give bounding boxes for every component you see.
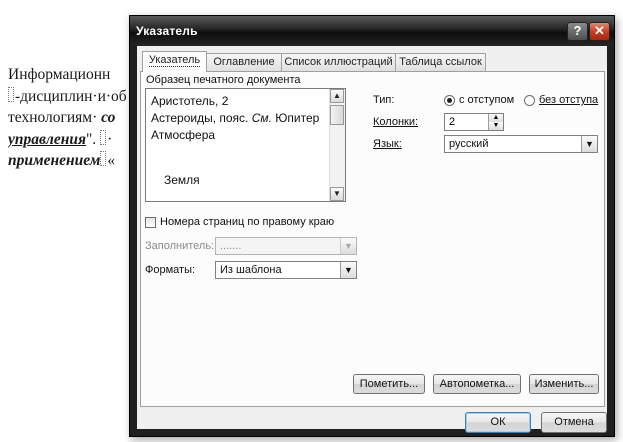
hidden-text-mark-icon xyxy=(100,151,107,166)
chevron-down-icon: ▼ xyxy=(340,238,356,254)
chevron-down-icon: ▼ xyxy=(333,189,341,198)
leader-select[interactable]: ....... ▼ xyxy=(215,237,357,255)
automark-button[interactable]: Автопометка... xyxy=(433,374,521,394)
document-background: Информационн -дисциплин·и·об технологиям… xyxy=(8,64,138,172)
modify-button[interactable]: Изменить... xyxy=(529,374,599,394)
doc-line-bold-text: со xyxy=(101,109,116,126)
dialog-title: Указатель xyxy=(136,24,198,38)
preview-label: Образец печатного документа xyxy=(146,74,301,86)
spin-up-button[interactable]: ▲ xyxy=(488,114,503,122)
doc-line-4: управления". · xyxy=(8,129,138,151)
doc-line-text: · xyxy=(107,130,113,148)
language-value: русский xyxy=(449,138,489,150)
scroll-down-button[interactable]: ▼ xyxy=(330,187,344,201)
cancel-button[interactable]: Отмена xyxy=(541,412,607,433)
preview-entry-text: Астероиды, пояс. xyxy=(151,111,252,125)
language-label-text: Язык: xyxy=(373,138,402,150)
right-align-label[interactable]: Номера страниц по правому краю xyxy=(160,216,334,228)
doc-line-text: -дисциплин·и·об xyxy=(15,87,127,105)
chevron-up-icon: ▲ xyxy=(333,91,341,100)
print-preview-box: Аристотель, 2 Астероиды, пояс. См. Юпите… xyxy=(145,88,346,202)
tab-illustrations[interactable]: Список иллюстраций xyxy=(281,53,396,71)
triangle-up-icon: ▲ xyxy=(492,114,500,121)
doc-line-bold-text: применением xyxy=(8,152,101,169)
preview-entry: Земля xyxy=(164,173,200,187)
help-icon: ? xyxy=(573,23,582,38)
tab-references[interactable]: Таблица ссылок xyxy=(395,53,486,71)
type-label: Тип: xyxy=(373,94,395,106)
doc-line-bold-text: управления xyxy=(8,130,86,148)
help-button[interactable]: ? xyxy=(567,22,588,41)
ok-button[interactable]: ОК xyxy=(465,412,531,433)
radio-run-in-text: без отступа xyxy=(539,94,599,106)
doc-line-text: технологиям· xyxy=(8,109,102,126)
language-label: Язык: xyxy=(373,138,402,150)
preview-entry-text: Юпитер xyxy=(271,111,320,125)
triangle-down-icon: ▼ xyxy=(492,122,500,129)
mark-entry-button[interactable]: Пометить... xyxy=(353,374,425,394)
tab-label: Список иллюстраций xyxy=(284,56,393,68)
close-icon: ✕ xyxy=(594,23,605,38)
formats-select[interactable]: Из шаблона ▼ xyxy=(215,261,357,279)
columns-spinner[interactable]: 2 ▲ ▼ xyxy=(444,113,504,131)
preview-entry: Аристотель, 2 xyxy=(151,94,229,108)
index-tab-pane: Образец печатного документа Аристотель, … xyxy=(140,71,605,407)
doc-line-5: применением « xyxy=(8,150,138,172)
leader-label: Заполнитель: xyxy=(145,240,215,252)
chevron-down-icon[interactable]: ▼ xyxy=(581,136,597,152)
doc-line-3: технологиям· со xyxy=(8,107,138,129)
doc-line-text: « xyxy=(107,152,116,169)
tab-label: Оглавление xyxy=(213,56,275,68)
tab-label: Таблица ссылок xyxy=(399,56,482,68)
doc-line-text: Информационн xyxy=(8,66,111,83)
dialog-titlebar[interactable]: Указатель ? ✕ xyxy=(130,16,614,46)
columns-label: Колонки: xyxy=(373,116,418,128)
radio-run-in-label[interactable]: без отступа xyxy=(539,94,598,106)
formats-value: Из шаблона xyxy=(220,264,282,276)
doc-line-text: ". xyxy=(85,130,101,148)
scroll-thumb[interactable] xyxy=(330,105,344,125)
preview-entry: Атмосфера xyxy=(151,128,216,142)
right-align-checkbox[interactable] xyxy=(145,217,156,228)
radio-indented-label[interactable]: с отступом xyxy=(459,94,514,106)
columns-value: 2 xyxy=(449,116,456,128)
index-dialog: Указатель ? ✕ Указатель Оглавление Списо… xyxy=(129,15,615,437)
chevron-down-icon[interactable]: ▼ xyxy=(340,262,356,278)
tab-contents[interactable]: Оглавление xyxy=(206,53,282,71)
tab-label: Указатель xyxy=(148,54,201,67)
dialog-body: Указатель Оглавление Список иллюстраций … xyxy=(137,46,607,433)
close-button[interactable]: ✕ xyxy=(589,22,610,41)
tab-index[interactable]: Указатель xyxy=(142,51,207,72)
leader-value: ....... xyxy=(220,240,242,252)
scroll-up-button[interactable]: ▲ xyxy=(330,89,344,103)
radio-indented[interactable] xyxy=(444,95,455,106)
hidden-text-mark-icon xyxy=(8,86,14,102)
doc-line-2: -дисциплин·и·об xyxy=(8,86,138,108)
language-select[interactable]: русский ▼ xyxy=(444,135,598,153)
preview-scrollbar[interactable]: ▲ ▼ xyxy=(329,89,345,201)
preview-entry-italic: См. xyxy=(251,111,272,125)
doc-line-1: Информационн xyxy=(8,64,138,86)
preview-entry: Астероиды, пояс. См. Юпитер xyxy=(151,111,319,125)
hidden-text-mark-icon xyxy=(100,129,107,145)
radio-run-in[interactable] xyxy=(524,95,535,106)
columns-label-text: Колонки: xyxy=(373,116,419,128)
formats-label: Форматы: xyxy=(145,264,196,276)
spin-down-button[interactable]: ▼ xyxy=(488,122,503,130)
